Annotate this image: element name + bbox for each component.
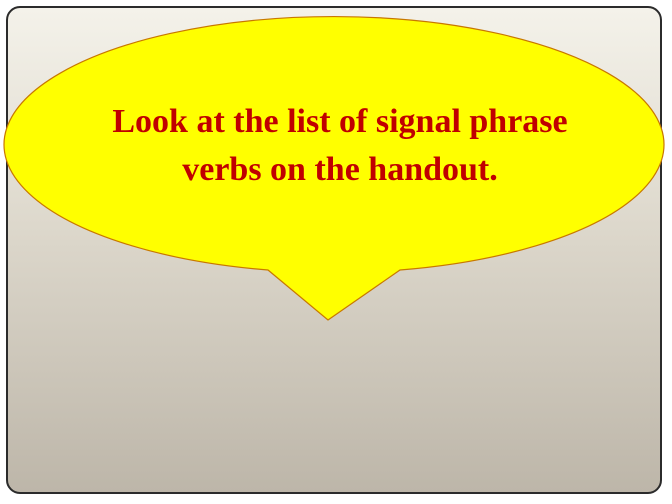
speech-bubble-callout	[3, 16, 665, 321]
callout-text: Look at the list of signal phrase verbs …	[40, 98, 640, 194]
callout-text-line-1: Look at the list of signal phrase	[112, 103, 568, 140]
callout-text-line-2: verbs on the handout.	[182, 151, 498, 188]
